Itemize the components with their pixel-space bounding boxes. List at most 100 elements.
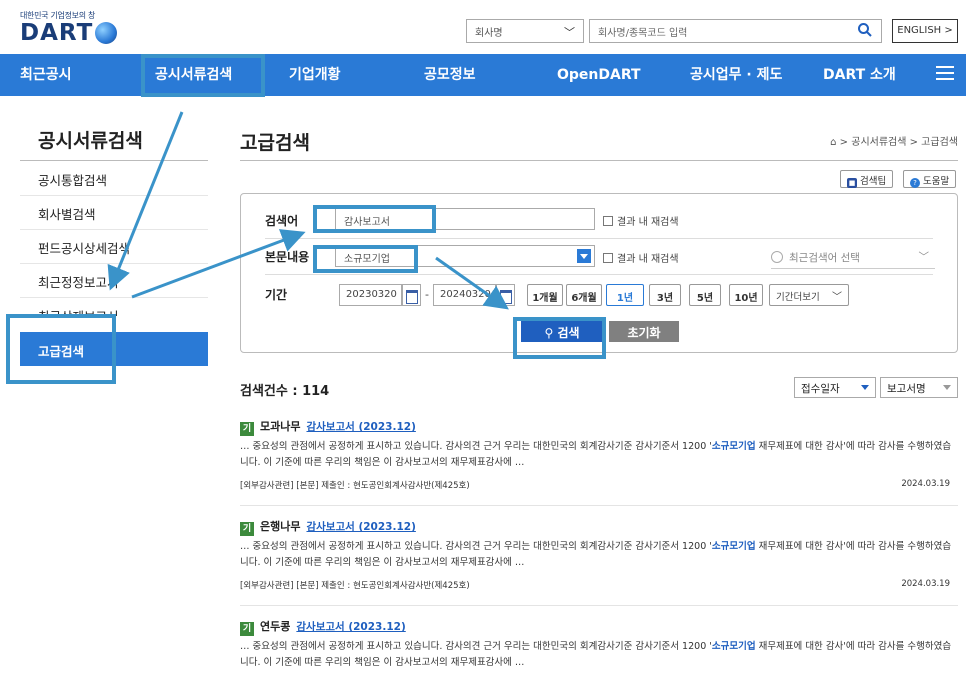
annotation-box-content — [313, 245, 418, 273]
dropdown-arrow-icon[interactable] — [577, 249, 591, 263]
nav-offering-info[interactable]: 공모정보 — [424, 54, 476, 96]
checkbox-icon — [603, 216, 613, 226]
market-badge: 기 — [240, 522, 254, 536]
sort-report-label: 보고서명 — [887, 383, 926, 395]
snippet-highlight: 소규모기업 — [711, 541, 756, 552]
sidebar-title: 공시서류검색 — [38, 130, 143, 152]
row-separator — [265, 238, 933, 239]
result-company[interactable]: 모과나무 — [260, 420, 300, 433]
breadcrumb-path[interactable]: 공시서류검색 > 고급검색 — [851, 137, 958, 148]
calendar-icon[interactable] — [495, 284, 515, 306]
title-divider — [240, 160, 958, 161]
period-label: 기간 — [265, 288, 288, 302]
sidebar-separator — [20, 195, 208, 196]
help-button[interactable]: ? 도움말 — [903, 170, 957, 188]
annotation-box-search — [513, 317, 606, 359]
result-snippet: … 중요성의 관점에서 공정하게 표시하고 있습니다. 감사의견 근거 우리는 … — [240, 639, 958, 671]
recent-search-label: 최근검색어 선택 — [789, 252, 860, 264]
reset-button[interactable]: 초기화 — [609, 321, 679, 342]
nav-disclosure-system[interactable]: 공시업무 · 제도 — [690, 54, 782, 96]
sidebar-item-fund-search[interactable]: 펀드공시상세검색 — [38, 238, 130, 257]
date-to-input[interactable]: 20240320 — [433, 284, 497, 306]
sidebar-separator — [20, 229, 208, 230]
page-title: 고급검색 — [240, 132, 310, 154]
chevron-down-icon: ﹀ — [918, 251, 930, 263]
sidebar-item-recent-correction[interactable]: 최근정정보고서 — [38, 272, 119, 291]
result-report-link[interactable]: 감사보고서 (2023.12) — [296, 621, 405, 633]
market-badge: 기 — [240, 622, 254, 636]
breadcrumb: ⌂ > 공시서류검색 > 고급검색 — [830, 137, 958, 148]
result-snippet: … 중요성의 관점에서 공정하게 표시하고 있습니다. 감사의견 근거 우리는 … — [240, 439, 958, 471]
globe-icon — [95, 22, 118, 44]
nav-about-dart[interactable]: DART 소개 — [823, 54, 896, 96]
recent-search-select[interactable]: 최근검색어 선택 ﹀ — [771, 250, 935, 265]
company-select-value: 회사명 — [475, 28, 503, 39]
result-meta: [외부감사관련] [본문] 제출인 : 현도공인회계사감사반(제425호) — [240, 581, 470, 591]
home-icon[interactable]: ⌂ — [830, 137, 836, 148]
search-icon[interactable] — [857, 22, 873, 38]
caret-down-icon — [943, 385, 951, 390]
content-recheck-checkbox[interactable]: 결과 내 재검색 — [603, 250, 679, 265]
chevron-down-icon: ﹀ — [832, 292, 842, 303]
period-more-label: 기간더보기 — [776, 292, 820, 303]
result-separator — [240, 605, 958, 606]
snippet-text: … 중요성의 관점에서 공정하게 표시하고 있습니다. 감사의견 근거 우리는 … — [240, 641, 712, 652]
keyword-recheck-checkbox[interactable]: 결과 내 재검색 — [603, 213, 679, 228]
result-date: 2024.03.19 — [901, 479, 950, 489]
result-item: 기 연두콩 감사보고서 (2023.12) … 중요성의 관점에서 공정하게 표시하… — [240, 618, 958, 671]
annotation-box-nav — [141, 54, 265, 97]
date-dash: - — [425, 288, 429, 301]
logo-text: DART — [20, 20, 94, 46]
result-date: 2024.03.19 — [901, 579, 950, 589]
result-meta: [외부감사관련] [본문] 제출인 : 현도공인회계사감사반(제425호) — [240, 481, 470, 491]
result-report-link[interactable]: 감사보고서 (2023.12) — [306, 421, 415, 433]
calendar-icon[interactable] — [401, 284, 421, 306]
snippet-text: … 중요성의 관점에서 공정하게 표시하고 있습니다. 감사의견 근거 우리는 … — [240, 441, 712, 452]
search-placeholder: 회사명/종목코드 입력 — [598, 28, 688, 39]
sort-date-select[interactable]: 접수일자 — [794, 377, 876, 398]
sort-report-select[interactable]: 보고서명 — [880, 377, 958, 398]
result-company[interactable]: 연두콩 — [260, 620, 290, 633]
period-more-select[interactable]: 기간더보기 ﹀ — [769, 284, 849, 306]
result-separator — [240, 505, 958, 506]
recheck-label: 결과 내 재검색 — [617, 217, 679, 228]
annotation-box-keyword — [313, 205, 436, 233]
company-type-select[interactable]: 회사명 ﹀ — [466, 19, 584, 43]
period-1-year-button[interactable]: 1년 — [606, 284, 644, 306]
recheck-label: 결과 내 재검색 — [617, 254, 679, 265]
english-button[interactable]: ENGLISH > — [892, 19, 958, 43]
snippet-highlight: 소규모기업 — [711, 441, 756, 452]
period-3-year-button[interactable]: 3년 — [649, 284, 681, 306]
period-10-year-button[interactable]: 10년 — [729, 284, 763, 306]
search-tip-button[interactable]: ■ 검색팁 — [840, 170, 894, 188]
clock-icon — [771, 251, 783, 263]
checkbox-icon — [603, 253, 613, 263]
snippet-highlight: 소규모기업 — [711, 641, 756, 652]
result-company[interactable]: 은행나무 — [260, 520, 300, 533]
period-1-month-button[interactable]: 1개월 — [527, 284, 563, 306]
help-label: 도움말 — [923, 176, 950, 187]
company-search-input[interactable]: 회사명/종목코드 입력 — [589, 19, 882, 43]
help-icon: ? — [910, 178, 920, 188]
snippet-text: … 중요성의 관점에서 공정하게 표시하고 있습니다. 감사의견 근거 우리는 … — [240, 541, 712, 552]
result-report-link[interactable]: 감사보고서 (2023.12) — [306, 521, 415, 533]
sidebar-item-integrated-search[interactable]: 공시통합검색 — [38, 170, 107, 189]
date-from-input[interactable]: 20230320 — [339, 284, 403, 306]
search-tip-label: 검색팁 — [860, 176, 887, 187]
hamburger-menu-icon[interactable] — [936, 66, 954, 80]
sort-date-label: 접수일자 — [801, 383, 840, 395]
top-bar: 대한민국 기업정보의 창 DART 회사명 ﹀ 회사명/종목코드 입력 ENGL… — [0, 0, 966, 54]
period-5-year-button[interactable]: 5년 — [689, 284, 721, 306]
result-item: 기 은행나무 감사보고서 (2023.12) … 중요성의 관점에서 공정하게 표시… — [240, 518, 958, 591]
row-separator — [265, 274, 933, 275]
sidebar-item-company-search[interactable]: 회사별검색 — [38, 204, 96, 223]
nav-company-overview[interactable]: 기업개황 — [289, 54, 341, 96]
caret-down-icon — [861, 385, 869, 390]
sidebar-separator — [20, 263, 208, 264]
result-count: 검색건수 : 114 — [240, 384, 330, 399]
period-6-month-button[interactable]: 6개월 — [566, 284, 602, 306]
dart-logo[interactable]: 대한민국 기업정보의 창 DART — [20, 10, 118, 46]
nav-opendart[interactable]: OpenDART — [557, 54, 641, 96]
content-label: 본문내용 — [265, 250, 310, 264]
nav-recent-disclosure[interactable]: 최근공시 — [20, 54, 72, 96]
